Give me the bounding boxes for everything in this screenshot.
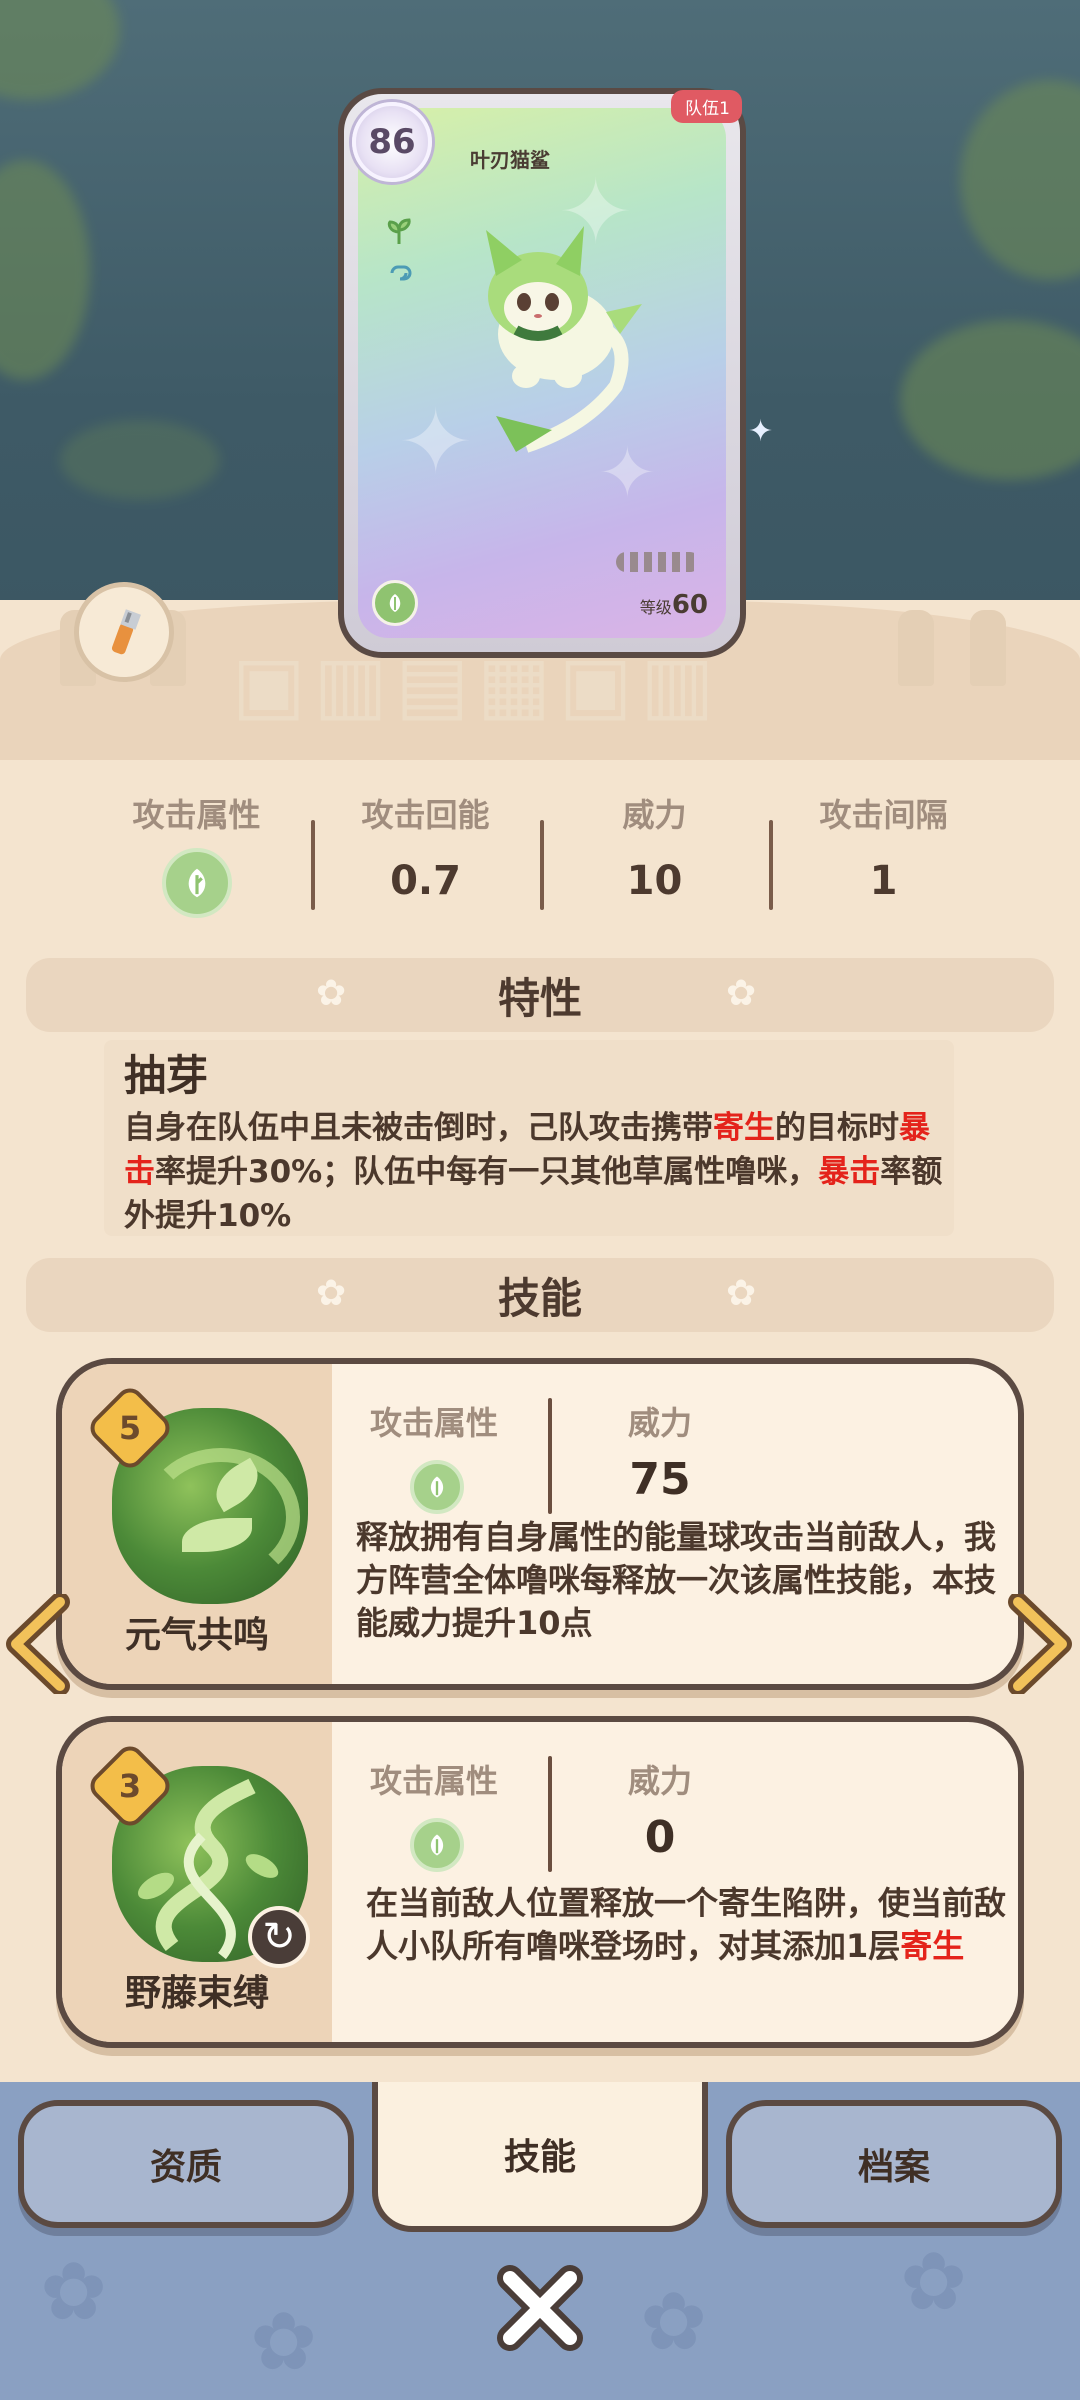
skill-name: 野藤束缚 xyxy=(124,1973,269,2014)
tab-skills[interactable]: 技能 xyxy=(372,2082,708,2232)
paw-icon: ✿ xyxy=(900,2235,968,2328)
paw-icon: ✿ xyxy=(250,2295,318,2388)
stat-value: 1 xyxy=(869,858,898,904)
trait-title: 抽芽 xyxy=(124,1051,209,1100)
chevron-right-icon xyxy=(1008,1592,1072,1696)
fence-post xyxy=(970,610,1006,686)
trait-box: 抽芽 自身在队伍中且未被击倒时，己队攻击携带寄生的目标时暴击率提升30%；队伍中… xyxy=(104,1040,954,1236)
stat-power: 威力 10 xyxy=(540,790,769,920)
skill-divider xyxy=(548,1756,552,1872)
grass-element-icon xyxy=(372,580,418,626)
card-art-area: ✦ ✦ ✦ 叶刃猫鲨 等级60 xyxy=(358,108,726,638)
team-tag: 队伍1 xyxy=(671,90,742,123)
next-skill-button[interactable] xyxy=(1004,1592,1074,1696)
keyword-parasite[interactable]: 寄生 xyxy=(900,1927,964,1965)
skill-card[interactable]: 5 元气共鸣 攻击属性 威力 75 释放拥有自身属性的能量球攻击当前敌人，我方阵… xyxy=(56,1358,1024,1690)
skill-name: 元气共鸣 xyxy=(124,1615,269,1656)
tab-archive[interactable]: 档案 xyxy=(726,2100,1062,2228)
skill-divider xyxy=(548,1398,552,1514)
close-button[interactable] xyxy=(490,2258,590,2358)
section-title: 特性 xyxy=(497,973,582,1023)
paw-icon: ✿ xyxy=(316,1273,347,1314)
stat-attack-attribute: 攻击属性 xyxy=(82,790,311,920)
fence-post xyxy=(898,610,934,686)
trait-desc-text: 自身在队伍中且未被击倒时，己队攻击携带 xyxy=(124,1110,713,1146)
pet-creature-art xyxy=(486,226,642,453)
skill-section-header: ✿ 技能 ✿ xyxy=(26,1258,1054,1332)
stat-value: 10 xyxy=(626,858,683,904)
tab-label: 技能 xyxy=(503,2137,576,2178)
paw-icon: ✿ xyxy=(40,2245,108,2338)
wrench-button[interactable] xyxy=(74,582,174,682)
skill-description: 在当前敌人位置释放一个寄生陷阱，使当前敌人小队所有噜咪登场时，对其添加1层寄生 xyxy=(366,1882,1006,1968)
cooldown-icon: ↻ xyxy=(248,1906,310,1968)
grass-element-icon xyxy=(410,1460,464,1514)
grass-element-icon xyxy=(161,848,232,918)
close-icon xyxy=(497,2265,583,2351)
stat-value: 0.7 xyxy=(390,858,461,904)
skill-attr-label: 攻击属性 xyxy=(370,1762,499,1800)
skill-power-value: 75 xyxy=(629,1454,691,1505)
skill-card[interactable]: 3 ↻ 野藤束缚 攻击属性 威力 0 在当前敌人位置释放一个寄生陷阱，使当前敌人… xyxy=(56,1716,1024,2048)
pet-card[interactable]: ✦ ✦ ✦ 叶刃猫鲨 等级60 86 队伍1 xyxy=(338,88,746,658)
paw-icon: ✿ xyxy=(640,2275,708,2368)
card-pet-name: 叶刃猫鲨 xyxy=(470,148,550,172)
stat-label: 攻击间隔 xyxy=(819,796,948,834)
previous-skill-button[interactable] xyxy=(4,1592,74,1696)
stat-label: 攻击回能 xyxy=(361,796,490,834)
skill-power-value: 0 xyxy=(644,1812,676,1863)
wrench-icon xyxy=(111,609,141,655)
section-title: 技能 xyxy=(497,1273,582,1323)
skill-icon-panel: 5 元气共鸣 xyxy=(62,1364,332,1684)
paw-icon: ✿ xyxy=(726,973,757,1014)
card-level: 等级60 xyxy=(640,590,708,620)
skill-level: 3 xyxy=(118,1767,142,1805)
power-badge: 86 xyxy=(352,102,432,182)
stat-energy-regen: 攻击回能 0.7 xyxy=(311,790,540,920)
grass-element-icon xyxy=(410,1818,464,1872)
stats-row: 攻击属性 攻击回能 0.7 威力 10 攻击间隔 1 xyxy=(82,790,998,920)
trait-desc-text: 率提升30%；队伍中每有一只其他草属性噜咪， xyxy=(155,1154,819,1190)
card-level-value: 60 xyxy=(671,590,708,620)
keyword-parasite[interactable]: 寄生 xyxy=(713,1110,775,1146)
sprout-icon xyxy=(384,216,414,246)
trait-section-header: ✿ 特性 ✿ xyxy=(26,958,1054,1032)
skill-icon-panel: 3 ↻ 野藤束缚 xyxy=(62,1722,332,2042)
tab-label: 档案 xyxy=(857,2147,930,2188)
skill-power-label: 威力 xyxy=(628,1404,693,1442)
skill-attr-label: 攻击属性 xyxy=(370,1404,499,1442)
keyword-crit[interactable]: 暴击 xyxy=(818,1154,880,1190)
card-level-label: 等级 xyxy=(639,598,672,617)
tab-aptitude[interactable]: 资质 xyxy=(18,2100,354,2228)
trait-description: 自身在队伍中且未被击倒时，己队攻击携带寄生的目标时暴击率提升30%；队伍中每有一… xyxy=(124,1106,954,1238)
chevron-left-icon xyxy=(6,1592,70,1696)
stat-label: 攻击属性 xyxy=(132,796,261,834)
card-rank-dots xyxy=(616,552,700,572)
sparkle-icon: ✦ xyxy=(748,414,774,449)
skill-description: 释放拥有自身属性的能量球攻击当前敌人，我方阵营全体噜咪每释放一次该属性技能，本技… xyxy=(356,1518,997,1642)
link-icon xyxy=(384,258,414,288)
skill-power-label: 威力 xyxy=(628,1762,693,1800)
paw-icon: ✿ xyxy=(316,973,347,1014)
tab-label: 资质 xyxy=(149,2147,222,2188)
paw-icon: ✿ xyxy=(726,1273,757,1314)
skill-level: 5 xyxy=(118,1409,142,1447)
stat-label: 威力 xyxy=(622,796,687,834)
stat-attack-interval: 攻击间隔 1 xyxy=(769,790,998,920)
trait-desc-text: 的目标时 xyxy=(775,1110,899,1146)
